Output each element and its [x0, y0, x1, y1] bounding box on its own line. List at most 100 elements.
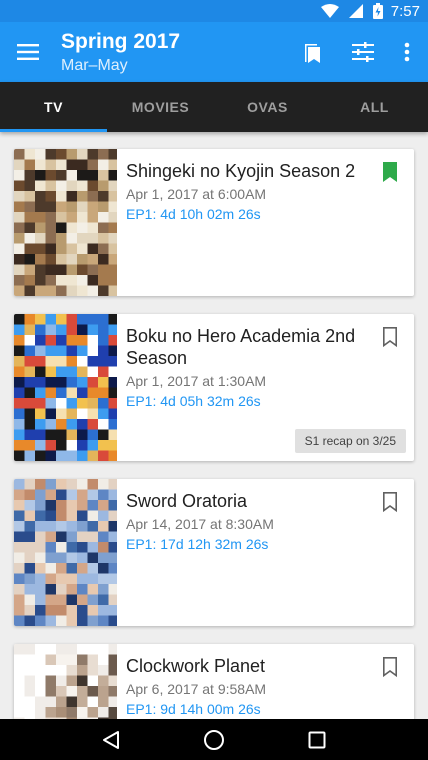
- cover-pixel: [56, 654, 67, 666]
- cover-pixel: [108, 366, 117, 378]
- anime-list[interactable]: Shingeki no Kyojin Season 2 Apr 1, 2017 …: [0, 132, 428, 719]
- bookmark-filled-icon[interactable]: [380, 161, 400, 183]
- cover-pixel: [56, 335, 67, 346]
- bookmark-outline-icon[interactable]: [380, 326, 400, 348]
- cover-pixel: [77, 243, 88, 255]
- cover-pixel: [56, 542, 67, 553]
- cover-pixel: [98, 429, 109, 441]
- cover-pixel: [87, 180, 99, 192]
- cover-pixel: [87, 159, 99, 171]
- signal-icon: [348, 4, 363, 18]
- cover-pixel: [35, 201, 46, 213]
- cover-pixel: [56, 264, 67, 276]
- cover-pixel: [14, 264, 25, 276]
- cover-pixel: [66, 479, 78, 490]
- cover-pixel: [24, 335, 36, 346]
- cover-pixel: [35, 675, 46, 687]
- cover-pixel: [77, 212, 88, 223]
- cover-pixel: [24, 552, 36, 564]
- tab-all[interactable]: ALL: [321, 82, 428, 132]
- back-icon[interactable]: [96, 725, 126, 755]
- air-date: Apr 1, 2017 at 1:30AM: [126, 373, 267, 389]
- cover-pixel: [24, 285, 36, 296]
- cover-pixel: [45, 159, 57, 171]
- cover-pixel: [77, 366, 88, 378]
- anime-card[interactable]: Boku no Hero Academia 2nd Season Apr 1, …: [14, 314, 414, 461]
- cover-pixel: [98, 366, 109, 378]
- cover-pixel: [98, 180, 109, 192]
- cover-pixel: [35, 552, 46, 564]
- anime-card[interactable]: Clockwork Planet Apr 6, 2017 at 9:58AM E…: [14, 644, 414, 719]
- cover-pixel: [87, 521, 99, 532]
- status-bar: 7:57: [0, 0, 428, 22]
- anime-card[interactable]: Shingeki no Kyojin Season 2 Apr 1, 2017 …: [14, 149, 414, 296]
- filter-icon[interactable]: [349, 38, 377, 66]
- cover-pixel: [35, 377, 46, 388]
- cover-pixel: [45, 665, 57, 676]
- cover-pixel: [98, 335, 109, 346]
- cover-pixel: [35, 500, 46, 511]
- cover-pixel: [66, 419, 78, 430]
- cover-pixel: [77, 654, 88, 666]
- menu-icon[interactable]: [14, 38, 42, 66]
- cover-pixel: [56, 366, 67, 378]
- cover-pixel: [77, 531, 88, 543]
- cover-pixel: [77, 233, 88, 244]
- cover-pixel: [14, 479, 25, 490]
- tab-ovas[interactable]: OVAS: [214, 82, 321, 132]
- cover-pixel: [24, 479, 36, 490]
- cover-pixel: [24, 584, 36, 595]
- cover-pixel: [77, 615, 88, 626]
- cover-pixel: [14, 180, 25, 192]
- cover-pixel: [35, 345, 46, 357]
- cover-pixel: [77, 450, 88, 461]
- cover-pixel: [24, 345, 36, 357]
- tab-movies[interactable]: MOVIES: [107, 82, 214, 132]
- cover-pixel: [108, 665, 117, 676]
- cover-pixel: [45, 408, 57, 420]
- cover-pixel: [98, 605, 109, 616]
- cover-pixel: [77, 419, 88, 430]
- cover-pixel: [98, 398, 109, 409]
- cover-pixel: [45, 440, 57, 451]
- cover-pixel: [66, 605, 78, 616]
- cover-pixel: [56, 324, 67, 336]
- cover-pixel: [108, 573, 117, 585]
- tab-tv[interactable]: TV: [0, 82, 107, 132]
- cover-pixel: [87, 191, 99, 202]
- cover-pixel: [87, 654, 99, 666]
- cover-pixel: [35, 159, 46, 171]
- cover-pixel: [56, 254, 67, 265]
- cover-pixel: [35, 191, 46, 202]
- cover-pixel: [77, 563, 88, 574]
- recents-icon[interactable]: [302, 725, 332, 755]
- cover-pixel: [108, 479, 117, 490]
- title-block[interactable]: Spring 2017 Mar–May: [61, 30, 180, 75]
- bookmark-outline-icon[interactable]: [380, 656, 400, 678]
- cover-pixel: [77, 594, 88, 606]
- cover-pixel: [14, 149, 25, 160]
- cover-pixel: [35, 489, 46, 501]
- bookmark-outline-icon[interactable]: [380, 491, 400, 513]
- cover-pixel: [87, 531, 99, 543]
- cover-pixel: [35, 531, 46, 543]
- cover-pixel: [108, 563, 117, 574]
- cover-pixel: [24, 254, 36, 265]
- cover-pixel: [14, 594, 25, 606]
- cover-pixel: [108, 159, 117, 171]
- page-subtitle: Mar–May: [61, 57, 128, 74]
- more-vert-icon[interactable]: [393, 38, 421, 66]
- cover-pixel: [66, 345, 78, 357]
- cover-pixel: [98, 584, 109, 595]
- cover-pixel: [24, 707, 36, 718]
- home-icon[interactable]: [199, 725, 229, 755]
- bookmarks-icon[interactable]: [299, 38, 327, 66]
- cover-pixel: [87, 594, 99, 606]
- cover-pixel: [14, 707, 25, 718]
- cover-pixel: [77, 408, 88, 420]
- cover-pixel: [98, 243, 109, 255]
- cover-pixel: [87, 275, 99, 286]
- anime-card[interactable]: Sword Oratoria Apr 14, 2017 at 8:30AM EP…: [14, 479, 414, 626]
- cover-pixel: [35, 450, 46, 461]
- cover-pixel: [66, 377, 78, 388]
